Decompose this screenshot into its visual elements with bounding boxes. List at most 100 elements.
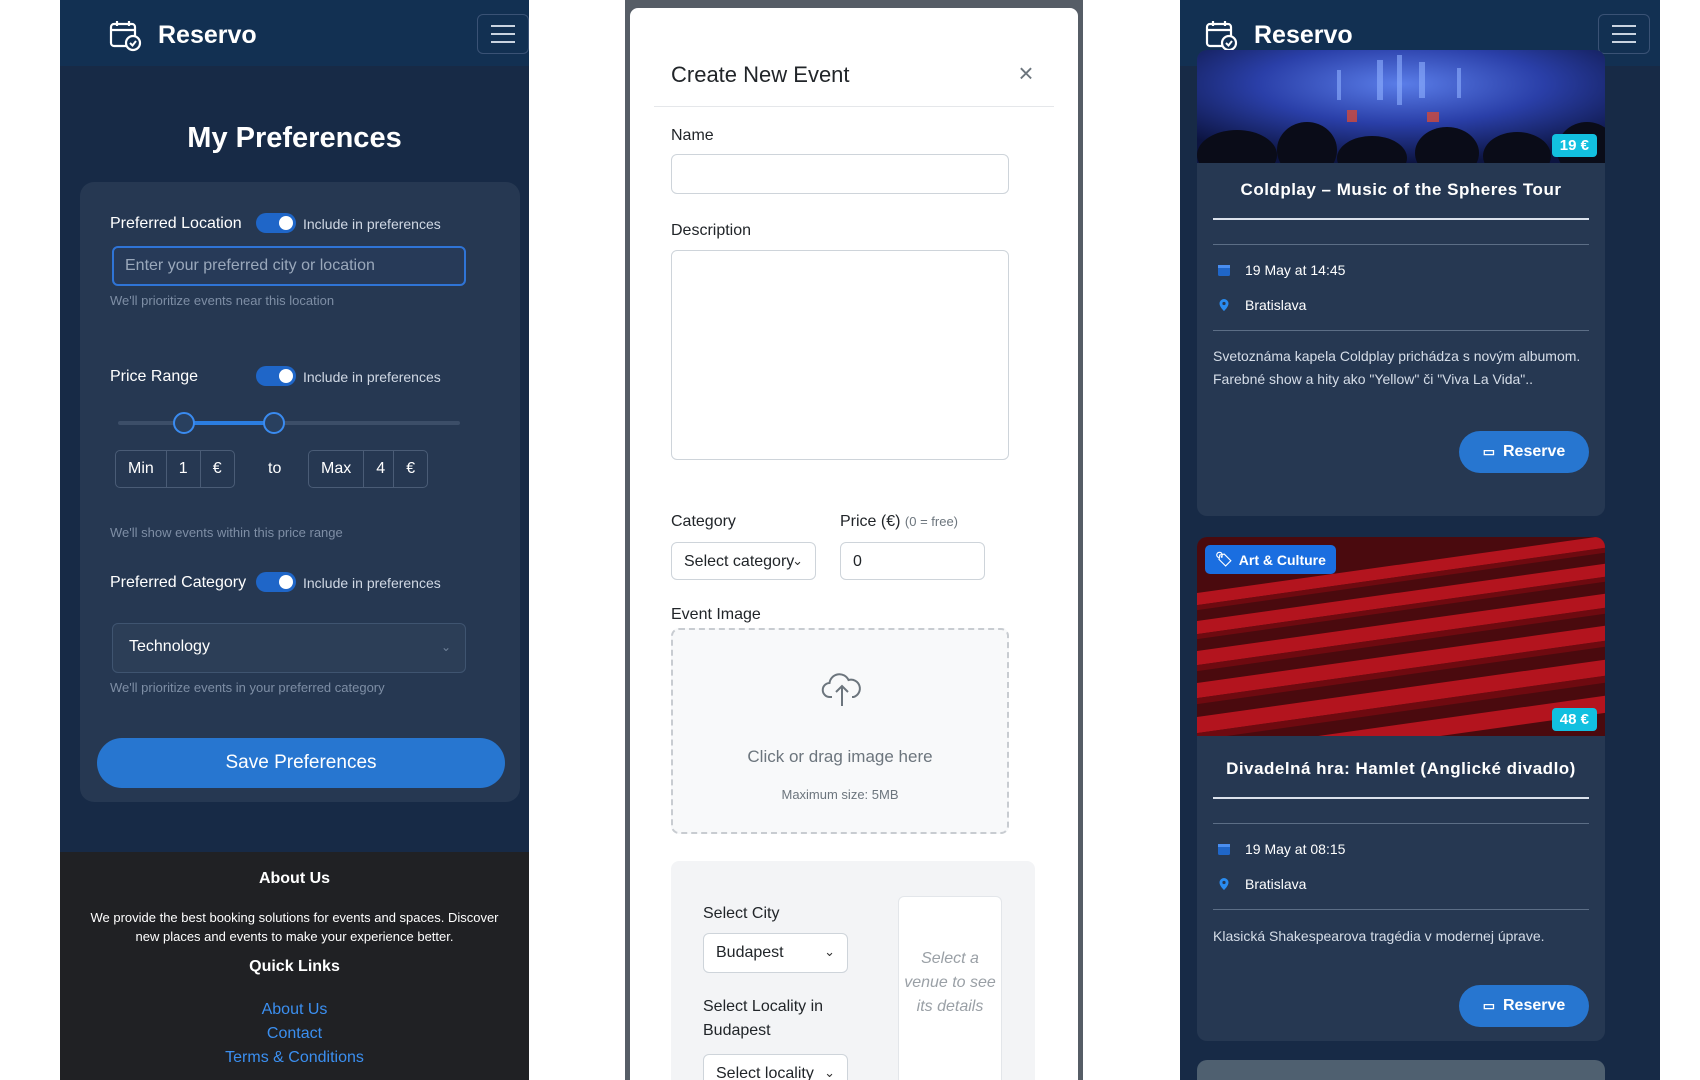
category-toggle[interactable] xyxy=(256,572,296,592)
event-image-concert xyxy=(1197,50,1605,163)
brand-logo[interactable]: Reservo xyxy=(108,18,257,52)
image-dropzone[interactable]: Click or drag image here Maximum size: 5… xyxy=(671,628,1009,834)
chevron-down-icon: ⌄ xyxy=(824,944,835,959)
map-pin-icon xyxy=(1219,878,1229,890)
event-title[interactable]: Coldplay – Music of the Spheres Tour xyxy=(1197,180,1605,200)
locality-label: Select Locality in Budapest xyxy=(703,998,824,1039)
preferences-screen: Reservo My Preferences Preferred Locatio… xyxy=(60,0,529,1080)
price-slider-max-handle[interactable] xyxy=(263,412,285,434)
reserve-button[interactable]: ▭ Reserve xyxy=(1459,431,1589,473)
title-divider xyxy=(1213,797,1589,799)
footer-link-terms[interactable]: Terms & Conditions xyxy=(60,1046,529,1070)
menu-toggle-button[interactable] xyxy=(477,14,529,54)
event-location-text: Bratislava xyxy=(1245,876,1307,892)
max-currency: € xyxy=(406,460,416,477)
price-slider[interactable] xyxy=(118,412,460,434)
category-hint: We'll prioritize events in your preferre… xyxy=(110,680,385,695)
price-to-label: to xyxy=(268,460,282,477)
locality-placeholder: Select locality xyxy=(716,1065,814,1080)
price-slider-min-handle[interactable] xyxy=(173,412,195,434)
chevron-down-icon: ⌄ xyxy=(824,1065,835,1080)
price-slider-fill xyxy=(182,421,270,425)
category-badge: 🏷 Art & Culture xyxy=(1205,545,1336,574)
max-price-group: Max 4 € xyxy=(308,450,429,488)
reserve-label: Reserve xyxy=(1503,997,1566,1014)
min-price-group: Min 1 € xyxy=(115,450,235,488)
category-badge-text: Art & Culture xyxy=(1238,551,1326,568)
hamburger-icon xyxy=(1612,25,1636,27)
city-label: Select City xyxy=(703,905,780,922)
category-select[interactable]: Select category ⌄ xyxy=(671,542,816,580)
venue-selection-box: Select City Budapest ⌄ Select Locality i… xyxy=(671,861,1035,1080)
event-title[interactable]: Divadelná hra: Hamlet (Anglické divadlo) xyxy=(1197,759,1605,779)
category-label: Category xyxy=(671,513,736,530)
description-textarea[interactable] xyxy=(671,250,1009,460)
location-toggle[interactable] xyxy=(256,213,296,233)
preferences-card: Preferred Location Include in preference… xyxy=(80,182,520,802)
event-card: 19 € Coldplay – Music of the Spheres Tou… xyxy=(1197,50,1605,516)
location-hint: We'll prioritize events near this locati… xyxy=(110,293,335,308)
event-date-text: 19 May at 08:15 xyxy=(1245,841,1346,857)
menu-toggle-button[interactable] xyxy=(1598,14,1650,54)
event-image-label: Event Image xyxy=(671,606,761,623)
event-card-partial xyxy=(1197,1060,1605,1080)
price-note: (0 = free) xyxy=(904,514,959,529)
footer-about-text: We provide the best booking solutions fo… xyxy=(90,910,499,944)
meta-divider xyxy=(1213,823,1589,824)
max-label: Max xyxy=(309,451,365,487)
min-price-input[interactable]: 1 xyxy=(167,451,201,487)
price-label: Price (€) (0 = free) xyxy=(840,513,958,531)
category-select[interactable]: Technology ⌄ xyxy=(112,623,466,673)
max-price-input[interactable]: 4 xyxy=(364,451,395,487)
category-label: Preferred Category xyxy=(110,574,247,591)
navbar: Reservo xyxy=(60,0,529,66)
location-input[interactable]: Enter your preferred city or location xyxy=(112,246,466,286)
price-badge: 48 € xyxy=(1551,708,1597,731)
create-event-screen: Create New Event × Name Description Cate… xyxy=(625,0,1083,1080)
event-date: 19 May at 14:45 xyxy=(1217,262,1345,278)
modal-title: Create New Event xyxy=(671,62,850,87)
venue-details-placeholder: Select a venue to see its details xyxy=(898,896,1002,1080)
reserve-label: Reserve xyxy=(1503,443,1566,460)
location-label: Preferred Location xyxy=(110,215,242,232)
footer-about-title: About Us xyxy=(258,870,331,887)
footer-link-about[interactable]: About Us xyxy=(60,998,529,1022)
event-location: Bratislava xyxy=(1217,876,1306,892)
footer-link-contact[interactable]: Contact xyxy=(60,1022,529,1046)
city-select[interactable]: Budapest ⌄ xyxy=(703,933,848,973)
event-date: 19 May at 08:15 xyxy=(1217,841,1345,857)
locality-select[interactable]: Select locality ⌄ xyxy=(703,1054,848,1080)
close-icon[interactable]: × xyxy=(1016,60,1036,86)
map-pin-icon xyxy=(1219,299,1229,311)
upload-text: Click or drag image here xyxy=(747,747,933,766)
name-input[interactable] xyxy=(671,154,1009,194)
save-preferences-button[interactable]: Save Preferences xyxy=(97,738,505,788)
reserve-button[interactable]: ▭ Reserve xyxy=(1459,985,1589,1027)
ticket-icon: ▭ xyxy=(1482,444,1495,459)
chevron-down-icon: ⌄ xyxy=(440,640,451,654)
event-location: Bratislava xyxy=(1217,297,1306,313)
event-description: Klasická Shakespearova tragédia v modern… xyxy=(1213,928,1545,944)
category-selected: Technology xyxy=(129,638,210,655)
location-toggle-label: Include in preferences xyxy=(303,216,441,232)
footer-links-title: Quick Links xyxy=(249,958,340,975)
price-toggle[interactable] xyxy=(256,366,296,386)
brand-logo[interactable]: Reservo xyxy=(1204,18,1353,52)
calendar-check-icon xyxy=(109,21,142,52)
desc-divider xyxy=(1213,909,1589,910)
price-badge: 19 € xyxy=(1551,134,1597,157)
min-currency: € xyxy=(212,460,222,477)
price-range-label: Price Range xyxy=(110,368,199,385)
hamburger-icon xyxy=(491,25,515,27)
price-input[interactable]: 0 xyxy=(840,542,985,580)
brand-name: Reservo xyxy=(1254,20,1353,49)
event-description: Svetoznáma kapela Coldplay prichádza s n… xyxy=(1213,348,1581,387)
events-screen: Reservo 19 € Coldplay – Music of the Sph… xyxy=(1180,0,1660,1080)
modal-divider xyxy=(654,106,1054,107)
desc-divider xyxy=(1213,330,1589,331)
calendar-check-icon xyxy=(1205,21,1238,52)
cloud-upload-icon xyxy=(821,673,861,706)
page-title: My Preferences xyxy=(187,122,402,154)
description-label: Description xyxy=(671,222,752,239)
upload-limit: Maximum size: 5MB xyxy=(781,787,899,802)
